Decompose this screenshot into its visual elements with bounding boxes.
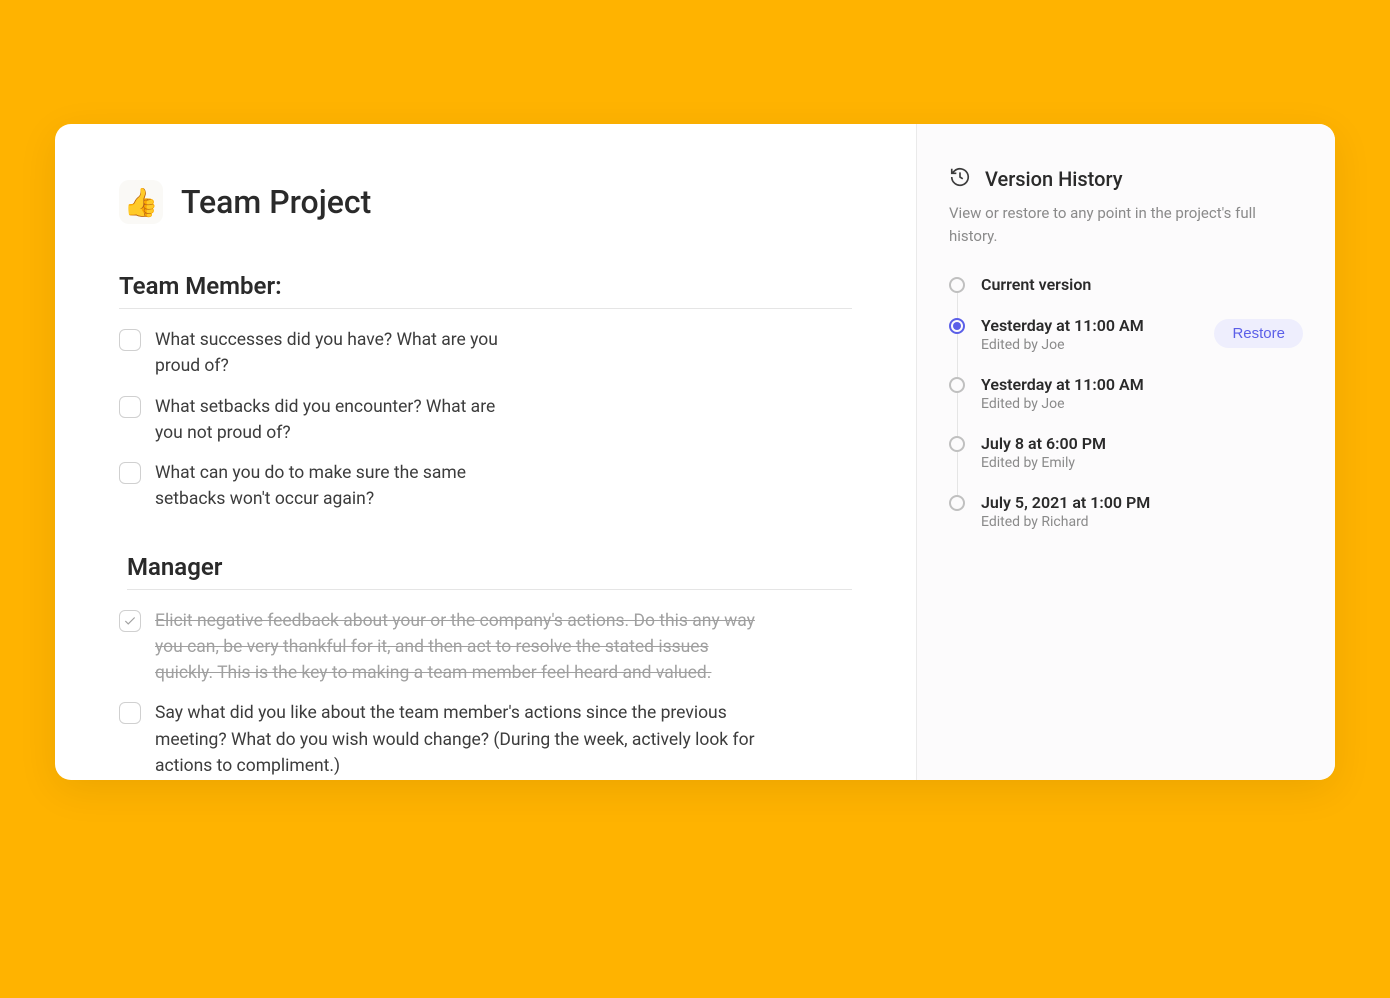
version-history-title: Version History: [985, 167, 1123, 191]
check-item[interactable]: What can you do to make sure the same se…: [119, 460, 852, 513]
check-item[interactable]: Say what did you like about the team mem…: [119, 700, 852, 779]
check-item[interactable]: What setbacks did you encounter? What ar…: [119, 394, 852, 447]
radio-indicator[interactable]: [949, 277, 965, 293]
version-item[interactable]: July 8 at 6:00 PM Edited by Emily: [949, 434, 1303, 493]
checkbox[interactable]: [119, 462, 141, 484]
version-item-selected[interactable]: Yesterday at 11:00 AM Edited by Joe Rest…: [949, 316, 1303, 375]
version-history-description: View or restore to any point in the proj…: [949, 202, 1303, 247]
check-text[interactable]: What setbacks did you encounter? What ar…: [155, 394, 515, 447]
document-pane: 👍 Team Project Team Member: What success…: [55, 124, 917, 780]
checkbox[interactable]: [119, 702, 141, 724]
check-text[interactable]: What can you do to make sure the same se…: [155, 460, 485, 513]
version-editor: Edited by Joe: [981, 337, 1144, 353]
document-title-row: 👍 Team Project: [119, 180, 852, 224]
check-text[interactable]: Say what did you like about the team mem…: [155, 700, 765, 779]
radio-indicator[interactable]: [949, 495, 965, 511]
restore-button[interactable]: Restore: [1214, 319, 1303, 348]
version-label: Yesterday at 11:00 AM: [981, 316, 1144, 335]
check-item[interactable]: What successes did you have? What are yo…: [119, 327, 852, 380]
radio-indicator[interactable]: [949, 377, 965, 393]
version-editor: Edited by Richard: [981, 514, 1303, 530]
app-window: 👍 Team Project Team Member: What success…: [55, 124, 1335, 780]
check-text[interactable]: What successes did you have? What are yo…: [155, 327, 515, 380]
version-label: July 5, 2021 at 1:00 PM: [981, 493, 1303, 512]
version-editor: Edited by Joe: [981, 396, 1303, 412]
history-icon: [949, 166, 971, 192]
section-heading-manager[interactable]: Manager: [127, 553, 852, 590]
checkbox[interactable]: [119, 396, 141, 418]
section-heading-team-member[interactable]: Team Member:: [119, 272, 852, 309]
check-item[interactable]: Elicit negative feedback about your or t…: [119, 608, 852, 687]
version-label: Current version: [981, 275, 1091, 294]
version-editor: Edited by Emily: [981, 455, 1303, 471]
version-label: Yesterday at 11:00 AM: [981, 375, 1303, 394]
version-item[interactable]: July 5, 2021 at 1:00 PM Edited by Richar…: [949, 493, 1303, 530]
version-item[interactable]: Yesterday at 11:00 AM Edited by Joe: [949, 375, 1303, 434]
check-text[interactable]: Elicit negative feedback about your or t…: [155, 608, 765, 687]
version-history-pane: Version History View or restore to any p…: [917, 124, 1335, 780]
radio-indicator[interactable]: [949, 318, 965, 334]
checklist-manager: Elicit negative feedback about your or t…: [119, 608, 852, 780]
version-label: July 8 at 6:00 PM: [981, 434, 1303, 453]
checklist-team-member: What successes did you have? What are yo…: [119, 327, 852, 513]
version-item-current[interactable]: Current version: [949, 275, 1303, 316]
version-history-header: Version History: [949, 166, 1303, 192]
document-emoji[interactable]: 👍: [119, 180, 163, 224]
version-list: Current version Yesterday at 11:00 AM Ed…: [949, 275, 1303, 530]
radio-indicator[interactable]: [949, 436, 965, 452]
document-title[interactable]: Team Project: [181, 183, 371, 221]
checkbox[interactable]: [119, 329, 141, 351]
checkbox[interactable]: [119, 610, 141, 632]
